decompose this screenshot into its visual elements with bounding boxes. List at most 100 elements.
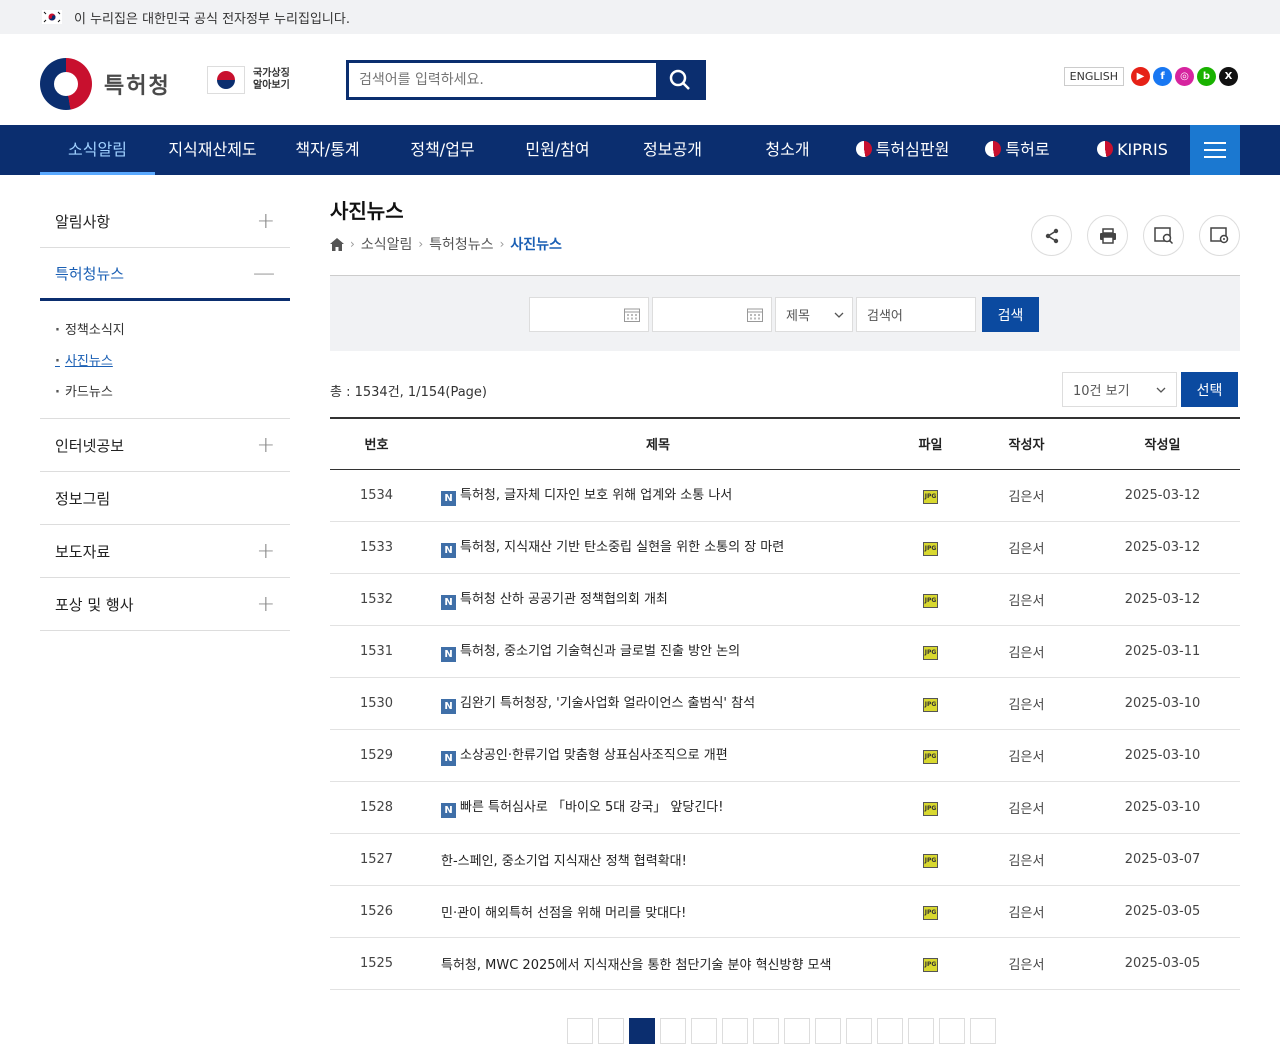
start-date-field[interactable] bbox=[529, 297, 649, 332]
instagram-icon[interactable]: ◎ bbox=[1175, 67, 1194, 86]
perpage-apply-button[interactable]: 선택 bbox=[1181, 372, 1238, 407]
table-row[interactable]: 1533 N 특허청, 지식재산 기반 탄소중립 실현을 위한 소통의 장 마련 JP… bbox=[330, 521, 1240, 574]
page-button[interactable] bbox=[660, 1018, 686, 1044]
gnb-item-policy[interactable]: 정책/업무 bbox=[385, 125, 500, 175]
row-date: 2025-03-10 bbox=[1085, 781, 1240, 834]
table-row[interactable]: 1531 N 특허청, 중소기업 기술혁신과 글로벌 진출 방안 논의 JPG 김은서 2… bbox=[330, 625, 1240, 678]
lnb-item-gazette[interactable]: 인터넷공보 + bbox=[40, 419, 290, 472]
table-row[interactable]: 1529 N 소상공인·한류기업 맞춤형 상표심사조직으로 개편 JPG 김은서 2025… bbox=[330, 729, 1240, 782]
gnb-item-patent-net[interactable]: 특허로 bbox=[960, 125, 1075, 175]
youtube-icon[interactable]: ▶ bbox=[1131, 67, 1150, 86]
jpg-file-icon[interactable]: JPG bbox=[923, 957, 938, 972]
row-date: 2025-03-10 bbox=[1085, 677, 1240, 730]
gnb-item-civil[interactable]: 민원/참여 bbox=[500, 125, 615, 175]
row-title-link[interactable]: 특허청 산하 공공기관 정책협의회 개최 bbox=[460, 592, 668, 607]
zoom-in-button[interactable] bbox=[1143, 215, 1184, 256]
lnb-item-infographic[interactable]: 정보그림 bbox=[40, 472, 290, 525]
page-button[interactable] bbox=[908, 1018, 934, 1044]
table-row[interactable]: 1528 N 빠른 특허심사로 「바이오 5대 강국」 앞당긴다! JPG 김은서 202… bbox=[330, 781, 1240, 834]
row-title-link[interactable]: 빠른 특허심사로 「바이오 5대 강국」 앞당긴다! bbox=[460, 800, 723, 815]
row-title-link[interactable]: 김완기 특허청장, '기술사업화 얼라이언스 출범식' 참석 bbox=[460, 696, 755, 711]
lnb-item-notice[interactable]: 알림사항 + bbox=[40, 195, 290, 248]
site-logo[interactable]: 특허청 bbox=[40, 58, 171, 110]
row-title-link[interactable]: 특허청, MWC 2025에서 지식재산을 통한 첨단기술 분야 혁신방향 모색 bbox=[441, 958, 831, 973]
jpg-file-icon[interactable]: JPG bbox=[923, 541, 938, 556]
new-badge: N bbox=[441, 647, 456, 662]
chevron-right-icon: › bbox=[418, 237, 424, 251]
jpg-file-icon[interactable]: JPG bbox=[923, 593, 938, 608]
page-button[interactable] bbox=[784, 1018, 810, 1044]
english-button[interactable]: ENGLISH bbox=[1063, 67, 1124, 86]
gnb-item-news[interactable]: 소식알림 bbox=[40, 125, 155, 175]
page-button[interactable] bbox=[939, 1018, 965, 1044]
lnb-sub-newsletter[interactable]: 정책소식지 bbox=[55, 315, 275, 346]
row-title-link[interactable]: 소상공인·한류기업 맞춤형 상표심사조직으로 개편 bbox=[460, 748, 728, 763]
page-button[interactable] bbox=[567, 1018, 593, 1044]
page-button[interactable] bbox=[722, 1018, 748, 1044]
table-row[interactable]: 1532 N 특허청 산하 공공기관 정책협의회 개최 JPG 김은서 2025-03-1… bbox=[330, 573, 1240, 626]
page-button[interactable] bbox=[691, 1018, 717, 1044]
jpg-file-icon[interactable]: JPG bbox=[923, 853, 938, 868]
row-title-link[interactable]: 특허청, 중소기업 기술혁신과 글로벌 진출 방안 논의 bbox=[460, 644, 740, 659]
gnb-item-ipt[interactable]: 특허심판원 bbox=[845, 125, 960, 175]
settings-button[interactable] bbox=[1199, 215, 1240, 256]
page-button[interactable] bbox=[970, 1018, 996, 1044]
row-title-link[interactable]: 특허청, 지식재산 기반 탄소중립 실현을 위한 소통의 장 마련 bbox=[460, 540, 784, 555]
end-date-field[interactable] bbox=[652, 297, 772, 332]
row-author: 김은서 bbox=[968, 833, 1085, 886]
row-title-link[interactable]: 특허청, 글자체 디자인 보호 위해 업계와 소통 나서 bbox=[460, 488, 732, 503]
page-button[interactable] bbox=[877, 1018, 903, 1044]
search-input[interactable] bbox=[349, 63, 656, 97]
share-button[interactable] bbox=[1031, 215, 1072, 256]
print-button[interactable] bbox=[1087, 215, 1128, 256]
keyword-input[interactable]: 검색어 bbox=[856, 297, 976, 332]
page-button[interactable] bbox=[629, 1018, 655, 1044]
gnb-item-books-stats[interactable]: 책자/통계 bbox=[270, 125, 385, 175]
gnb-item-kipris[interactable]: KIPRIS bbox=[1075, 125, 1190, 175]
breadcrumb-item[interactable]: 소식알림 bbox=[361, 234, 413, 254]
perpage-select[interactable]: 10건 보기 bbox=[1062, 372, 1177, 407]
lnb-item-kipo-news[interactable]: 특허청뉴스 — bbox=[40, 248, 290, 301]
jpg-file-icon[interactable]: JPG bbox=[923, 905, 938, 920]
new-badge: N bbox=[441, 803, 456, 818]
facebook-icon[interactable]: f bbox=[1153, 67, 1172, 86]
calendar-icon[interactable] bbox=[747, 307, 763, 322]
blog-icon[interactable]: b bbox=[1197, 67, 1216, 86]
jpg-file-icon[interactable]: JPG bbox=[923, 749, 938, 764]
row-title-link[interactable]: 민·관이 해외특허 선점을 위해 머리를 맞대다! bbox=[441, 906, 686, 921]
lnb-sub-card-news[interactable]: 카드뉴스 bbox=[55, 377, 275, 408]
table-row[interactable]: 1534 N 특허청, 글자체 디자인 보호 위해 업계와 소통 나서 JPG 김은서 2… bbox=[330, 469, 1240, 522]
table-row[interactable]: 1527 한-스페인, 중소기업 지식재산 정책 협력확대! JPG 김은서 2025-… bbox=[330, 833, 1240, 886]
lnb-sub-photo-news[interactable]: 사진뉴스 bbox=[55, 346, 275, 377]
gnb-item-ip-system[interactable]: 지식재산제도 bbox=[155, 125, 270, 175]
row-file: JPG bbox=[893, 885, 968, 938]
jpg-file-icon[interactable]: JPG bbox=[923, 489, 938, 504]
page-button[interactable] bbox=[598, 1018, 624, 1044]
home-icon[interactable] bbox=[330, 237, 344, 251]
kipo-emblem-icon bbox=[40, 58, 92, 110]
page-button[interactable] bbox=[815, 1018, 841, 1044]
search-button[interactable] bbox=[656, 63, 703, 97]
lnb-item-awards[interactable]: 포상 및 행사 + bbox=[40, 578, 290, 631]
table-row[interactable]: 1525 특허청, MWC 2025에서 지식재산을 통한 첨단기술 분야 혁신방… bbox=[330, 937, 1240, 990]
jpg-file-icon[interactable]: JPG bbox=[923, 645, 938, 660]
breadcrumb-item[interactable]: 특허청뉴스 bbox=[429, 234, 493, 254]
new-badge: N bbox=[441, 543, 456, 558]
x-icon[interactable]: X bbox=[1219, 67, 1238, 86]
page-button[interactable] bbox=[753, 1018, 779, 1044]
table-row[interactable]: 1530 N 김완기 특허청장, '기술사업화 얼라이언스 출범식' 참석 JPG 김은… bbox=[330, 677, 1240, 730]
nation-symbol-link[interactable]: 국가상징 알아보기 bbox=[207, 66, 290, 94]
lnb-item-press[interactable]: 보도자료 + bbox=[40, 525, 290, 578]
row-title-link[interactable]: 한-스페인, 중소기업 지식재산 정책 협력확대! bbox=[441, 854, 687, 869]
calendar-icon[interactable] bbox=[624, 307, 640, 322]
jpg-file-icon[interactable]: JPG bbox=[923, 801, 938, 816]
page-button[interactable] bbox=[846, 1018, 872, 1044]
row-date: 2025-03-12 bbox=[1085, 521, 1240, 574]
search-submit-button[interactable]: 검색 bbox=[982, 297, 1039, 332]
gnb-item-info-open[interactable]: 정보공개 bbox=[615, 125, 730, 175]
jpg-file-icon[interactable]: JPG bbox=[923, 697, 938, 712]
table-row[interactable]: 1526 민·관이 해외특허 선점을 위해 머리를 맞대다! JPG 김은서 2025-… bbox=[330, 885, 1240, 938]
gnb-item-about[interactable]: 청소개 bbox=[730, 125, 845, 175]
all-menu-button[interactable] bbox=[1190, 125, 1240, 175]
search-type-select[interactable]: 제목 bbox=[775, 297, 853, 332]
